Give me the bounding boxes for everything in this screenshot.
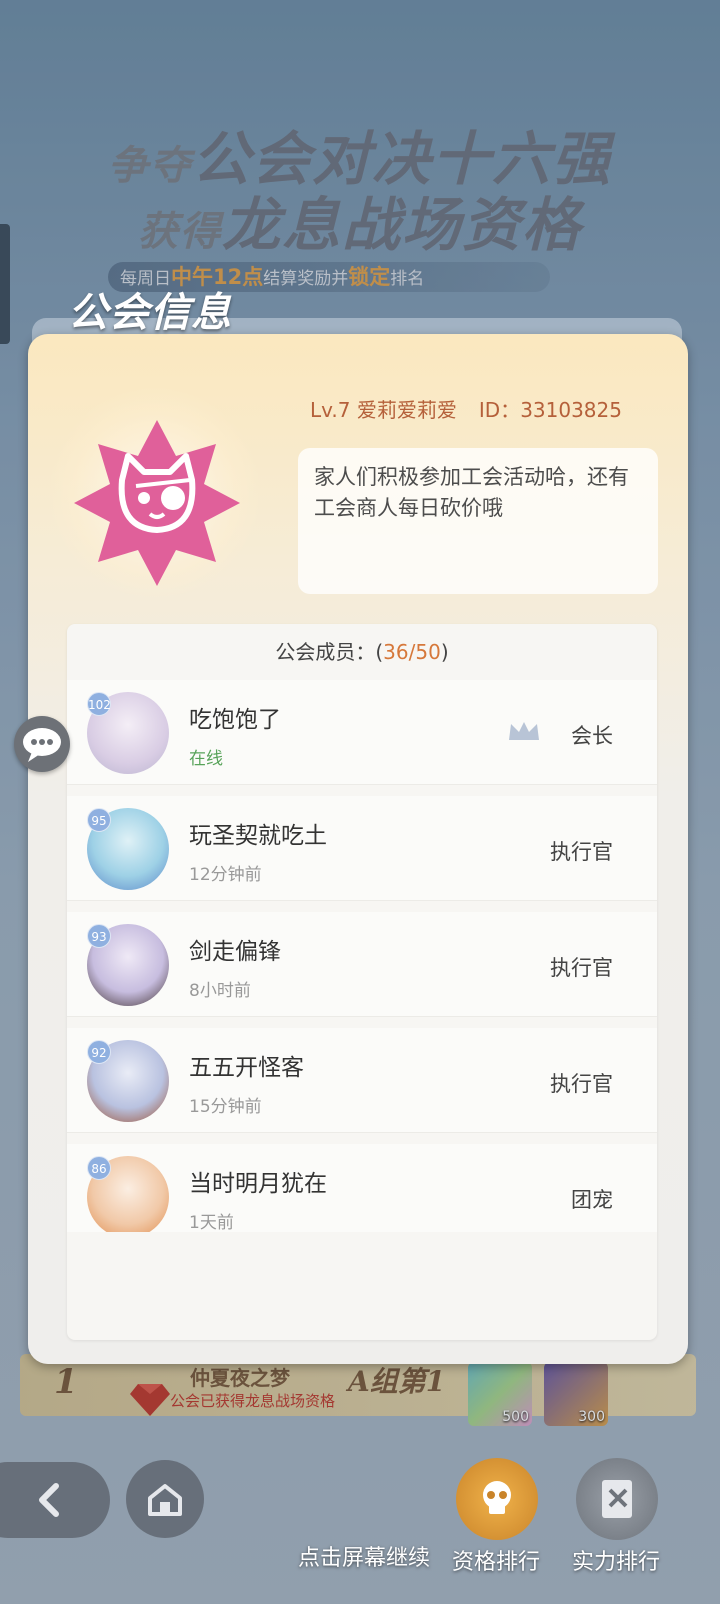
member-status: 15分钟前 (189, 1097, 262, 1117)
members-header: 公会成员：(36/50) (67, 624, 657, 680)
cat-badge-icon[interactable] (72, 418, 242, 588)
member-status: 在线 (189, 749, 223, 769)
badge-star-shape (74, 420, 240, 586)
member-status: 1天前 (189, 1213, 234, 1232)
book-icon (602, 1480, 632, 1518)
tap-to-continue[interactable]: 点击屏幕继续 (298, 1540, 430, 1572)
guild-motto: 家人们积极参加工会活动哈，还有工会商人每日砍价哦 (298, 448, 658, 594)
member-level-badge: 93 (87, 924, 111, 948)
guild-name: 爱莉爱莉爱 (356, 398, 457, 422)
guild-meta: Lv.7 爱莉爱莉爱 ID：33103825 (310, 394, 622, 423)
member-row[interactable]: 93 剑走偏锋 8小时前 执行官 (67, 912, 657, 1017)
guild-id: 33103825 (520, 398, 622, 422)
members-list: 公会成员：(36/50) 102 吃饱饱了 在线 会长 95 玩圣契就吃土 12… (67, 624, 657, 1340)
member-role: 团宠 (571, 1188, 613, 1212)
member-name: 玩圣契就吃土 (189, 823, 327, 849)
member-name: 剑走偏锋 (189, 939, 281, 965)
chat-bubble-glyph (23, 728, 61, 762)
member-name: 吃饱饱了 (189, 707, 281, 733)
back-arrow-icon (39, 1483, 59, 1517)
crown-icon (509, 722, 539, 740)
member-row[interactable]: 102 吃饱饱了 在线 会长 (67, 680, 657, 785)
power-ranking-button[interactable] (576, 1458, 658, 1540)
members-label-close: ) (440, 640, 449, 664)
member-level-badge: 95 (87, 808, 111, 832)
member-status: 8小时前 (189, 981, 251, 1001)
member-role: 执行官 (550, 1072, 613, 1096)
back-button[interactable] (0, 1462, 110, 1538)
member-row[interactable]: 95 玩圣契就吃土 12分钟前 执行官 (67, 796, 657, 901)
member-name: 当时明月犹在 (189, 1171, 327, 1197)
members-count: 36/50 (383, 640, 441, 664)
qualify-ranking-label: 资格排行 (452, 1550, 541, 1575)
skull-icon (483, 1481, 511, 1514)
panel-title: 公会信息 (68, 289, 232, 336)
home-button[interactable] (126, 1460, 204, 1538)
member-role: 会长 (571, 724, 613, 748)
guild-id-label: ID： (478, 398, 521, 422)
member-level-badge: 92 (87, 1040, 111, 1064)
member-row[interactable]: 86 当时明月犹在 1天前 团宠 (67, 1144, 657, 1232)
member-name: 五五开怪客 (189, 1055, 304, 1081)
power-ranking-label: 实力排行 (572, 1550, 661, 1575)
qualify-ranking-button[interactable] (456, 1458, 538, 1540)
member-row[interactable]: 92 五五开怪客 15分钟前 执行官 (67, 1028, 657, 1133)
chat-bubble-icon[interactable] (14, 716, 70, 772)
members-label: 公会成员：( (275, 640, 384, 664)
member-level-badge: 86 (87, 1156, 111, 1180)
home-icon (148, 1484, 182, 1516)
member-role: 执行官 (550, 840, 613, 864)
member-status: 12分钟前 (189, 865, 262, 885)
member-level-badge: 102 (87, 692, 111, 716)
member-role: 执行官 (550, 956, 613, 980)
member-rows[interactable]: 102 吃饱饱了 在线 会长 95 玩圣契就吃土 12分钟前 执行官 93 剑走… (67, 680, 657, 1232)
guild-level: Lv.7 (310, 398, 351, 422)
